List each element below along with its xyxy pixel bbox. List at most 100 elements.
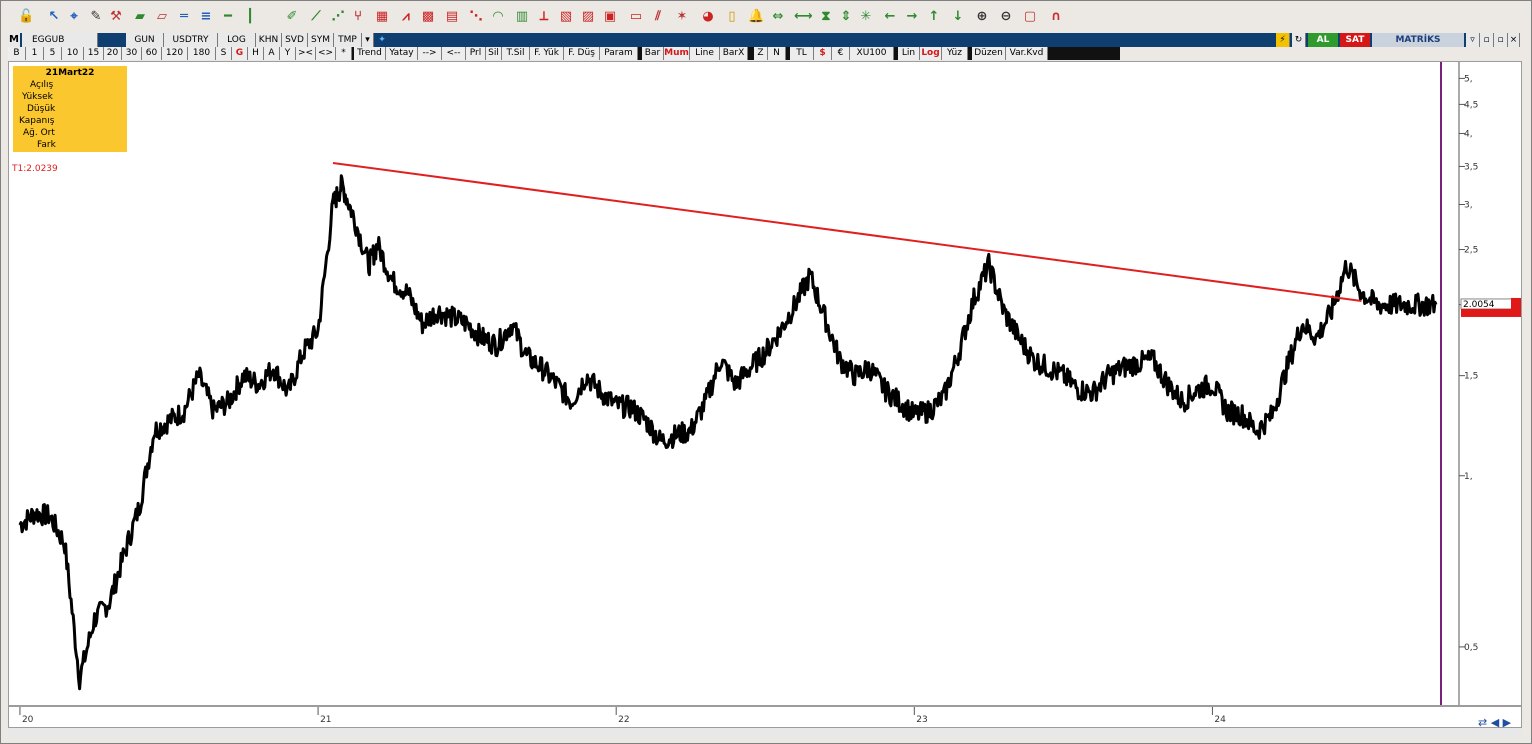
period-button-8[interactable]: 120 bbox=[162, 47, 188, 60]
period-button-31[interactable]: BarX bbox=[720, 47, 748, 60]
period-button-24[interactable]: T.Sil bbox=[502, 47, 530, 60]
price-chart[interactable]: 5,4,54,3,53,2,52,1,51,0,52.0054 bbox=[9, 62, 1521, 705]
pattern-icon[interactable]: ✶ bbox=[674, 9, 690, 25]
edit-icon[interactable]: ✎ bbox=[88, 9, 104, 25]
fan-icon[interactable]: ⋰ bbox=[330, 9, 346, 25]
period-button-33[interactable]: N bbox=[768, 47, 786, 60]
picture-icon[interactable]: ▢ bbox=[1022, 9, 1038, 25]
close-icon[interactable]: × bbox=[1508, 33, 1520, 47]
period-button-17[interactable]: * bbox=[336, 47, 352, 60]
text-box-icon[interactable]: ▭ bbox=[628, 9, 644, 25]
cycle-icon[interactable]: ▣ bbox=[602, 9, 618, 25]
period-button-16[interactable]: <> bbox=[316, 47, 336, 60]
period-button-6[interactable]: 30 bbox=[122, 47, 142, 60]
hatch-icon[interactable]: ⫽ bbox=[650, 9, 666, 25]
speed-line-icon[interactable]: ⟂ bbox=[536, 9, 552, 25]
period-button-42[interactable]: Var.Kvd bbox=[1006, 47, 1048, 60]
lightning-icon[interactable]: ⚡ bbox=[1276, 33, 1290, 47]
period-button-4[interactable]: 15 bbox=[84, 47, 104, 60]
fib-fan-icon[interactable]: ⋱ bbox=[468, 9, 484, 25]
period-button-3[interactable]: 10 bbox=[62, 47, 84, 60]
arrow-left-icon[interactable]: ← bbox=[882, 9, 898, 25]
star-icon[interactable]: ✳ bbox=[858, 9, 874, 25]
symbol-field[interactable]: EGGUB bbox=[22, 33, 98, 47]
period-button-34[interactable]: TL bbox=[790, 47, 814, 60]
ruler-alt-icon[interactable]: ▱ bbox=[154, 9, 170, 25]
period-button-22[interactable]: Prl bbox=[466, 47, 486, 60]
zoom-out-icon[interactable]: ⊖ bbox=[998, 9, 1014, 25]
period-selector[interactable]: GUN bbox=[126, 33, 164, 47]
channel-icon[interactable]: ▦ bbox=[374, 9, 390, 25]
menu-m-button[interactable]: M bbox=[8, 33, 20, 47]
diagonal-icon[interactable]: ⟋ bbox=[308, 9, 324, 25]
double-lines-icon[interactable]: ≡ bbox=[198, 9, 214, 25]
sell-button[interactable]: SAT bbox=[1340, 33, 1370, 47]
period-button-39[interactable]: Log bbox=[920, 47, 942, 60]
period-button-18[interactable]: Trend bbox=[354, 47, 386, 60]
hline-icon[interactable]: ━ bbox=[220, 9, 236, 25]
twitter-icon[interactable]: ✦ bbox=[376, 33, 388, 47]
period-button-28[interactable]: Bar bbox=[642, 47, 664, 60]
period-button-0[interactable]: B bbox=[8, 47, 26, 60]
sym-button[interactable]: SYM bbox=[308, 33, 334, 47]
crosshair-icon[interactable]: ⌖ bbox=[66, 9, 82, 25]
period-button-25[interactable]: F. Yük bbox=[530, 47, 564, 60]
minimize-icon[interactable]: ▫ bbox=[1480, 33, 1494, 47]
svd-button[interactable]: SVD bbox=[282, 33, 308, 47]
scale-button[interactable]: LOG bbox=[218, 33, 256, 47]
period-button-12[interactable]: H bbox=[248, 47, 264, 60]
period-button-19[interactable]: Yatay bbox=[386, 47, 418, 60]
buy-button[interactable]: AL bbox=[1308, 33, 1338, 47]
wrench-icon[interactable]: ⚒ bbox=[108, 9, 124, 25]
currency-selector[interactable]: USDTRY bbox=[164, 33, 218, 47]
arrows-h-icon[interactable]: ⟷ bbox=[794, 9, 813, 25]
period-button-11[interactable]: G bbox=[232, 47, 248, 60]
period-button-27[interactable]: Param bbox=[600, 47, 638, 60]
arrows-in-icon[interactable]: ⇔ bbox=[770, 9, 786, 25]
chart-area[interactable]: 5,4,54,3,53,2,52,1,51,0,52.0054 bbox=[8, 61, 1522, 706]
period-button-10[interactable]: S bbox=[216, 47, 232, 60]
unlock-icon[interactable]: 🔓 bbox=[18, 9, 34, 25]
regression-icon[interactable]: ⩘ bbox=[398, 9, 414, 25]
fib-arc-icon[interactable]: ◠ bbox=[490, 9, 506, 25]
period-button-1[interactable]: 1 bbox=[26, 47, 44, 60]
navigation-arrows-icon[interactable]: ⇄ ◀ ▶ bbox=[1478, 716, 1518, 734]
period-button-7[interactable]: 60 bbox=[142, 47, 162, 60]
period-button-32[interactable]: Z bbox=[754, 47, 768, 60]
period-button-35[interactable]: $ bbox=[814, 47, 832, 60]
tmp-button[interactable]: TMP bbox=[334, 33, 362, 47]
magnet-icon[interactable]: ∩ bbox=[1048, 9, 1064, 25]
pen-icon[interactable]: ✐ bbox=[284, 9, 300, 25]
palette-icon[interactable]: ◕ bbox=[700, 9, 716, 25]
period-button-40[interactable]: Yüz bbox=[942, 47, 968, 60]
arrow-down-icon[interactable]: ↓ bbox=[950, 9, 966, 25]
period-button-26[interactable]: F. Düş bbox=[564, 47, 600, 60]
period-button-21[interactable]: <-- bbox=[442, 47, 466, 60]
arrow-cursor-icon[interactable]: ↖ bbox=[46, 9, 62, 25]
dropdown-icon[interactable]: ▾ bbox=[362, 33, 374, 47]
period-button-15[interactable]: >< bbox=[296, 47, 316, 60]
restore-icon[interactable]: ▫ bbox=[1494, 33, 1508, 47]
zoom-in-icon[interactable]: ⊕ bbox=[974, 9, 990, 25]
refresh-icon[interactable]: ↻ bbox=[1292, 33, 1306, 47]
period-button-29[interactable]: Mum bbox=[664, 47, 690, 60]
period-button-36[interactable]: € bbox=[832, 47, 850, 60]
vline-icon[interactable]: ┃ bbox=[242, 9, 258, 25]
period-button-41[interactable]: Düzen bbox=[972, 47, 1006, 60]
scroll-strip[interactable]: ⇄ ◀ ▶ bbox=[8, 716, 1522, 738]
fib-retrace-icon[interactable]: ▤ bbox=[444, 9, 460, 25]
period-button-38[interactable]: Lin bbox=[898, 47, 920, 60]
gann-icon[interactable]: ▩ bbox=[420, 9, 436, 25]
period-button-20[interactable]: --> bbox=[418, 47, 442, 60]
hourglass-icon[interactable]: ⧗ bbox=[818, 9, 834, 25]
period-button-5[interactable]: 20 bbox=[104, 47, 122, 60]
chevron-down-icon[interactable]: ▿ bbox=[1466, 33, 1480, 47]
fork-icon[interactable]: ⑂ bbox=[350, 9, 366, 25]
arrow-up-icon[interactable]: ↑ bbox=[926, 9, 942, 25]
elliot-icon[interactable]: ▨ bbox=[580, 9, 596, 25]
period-button-23[interactable]: Sil bbox=[486, 47, 502, 60]
arrow-right-icon[interactable]: → bbox=[904, 9, 920, 25]
fib-time-icon[interactable]: ▥ bbox=[514, 9, 530, 25]
period-button-13[interactable]: A bbox=[264, 47, 280, 60]
period-button-37[interactable]: XU100 bbox=[850, 47, 894, 60]
